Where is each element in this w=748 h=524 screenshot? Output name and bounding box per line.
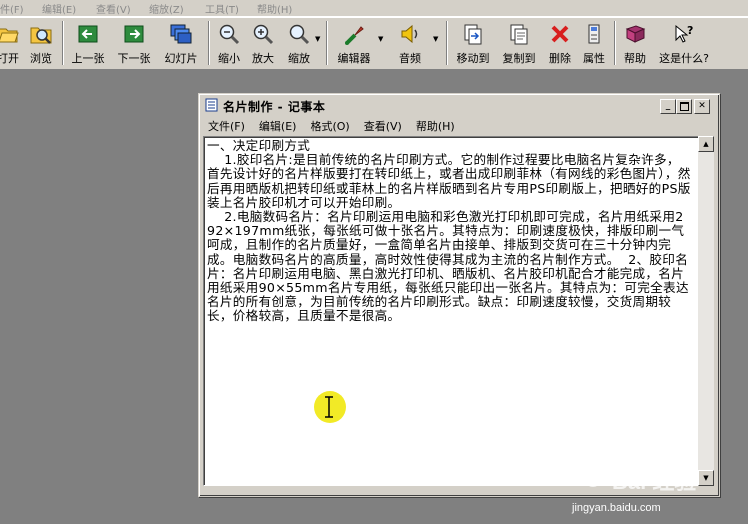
menu-format[interactable]: 格式(O) [310,118,349,134]
arrow-right-icon [122,22,146,46]
red-x-icon [548,22,572,46]
notepad-window: 名片制作 - 记事本 _ ✕ 文件(F) 编辑(E) 格式(O) 查看(V) 帮… [198,93,720,497]
close-icon: ✕ [698,101,706,111]
document-text: 一、决定印刷方式 1.胶印名片:是目前传统的名片印刷方式。它的制作过程要比电脑名… [207,138,691,324]
menu-view[interactable]: 查看(V) [96,1,131,16]
menu-edit[interactable]: 编辑(E) [259,118,297,134]
properties-button[interactable]: 属性 [579,20,609,66]
svg-text:?: ? [687,24,693,37]
notepad-titlebar[interactable]: 名片制作 - 记事本 _ ✕ [202,97,714,115]
audio-button[interactable]: 音频 [394,20,426,66]
slideshow-button[interactable]: 幻灯片 [161,20,201,66]
maximize-icon [679,102,689,111]
arrow-up-icon: ▲ [703,140,709,148]
next-image-button[interactable]: 下一张 [114,20,154,66]
move-to-button[interactable]: 移动到 [452,20,494,66]
text-editor-area[interactable]: 一、决定印刷方式 1.胶印名片:是目前传统的名片印刷方式。它的制作过程要比电脑名… [203,136,699,486]
chevron-down-icon[interactable]: ▼ [378,35,383,43]
toolbar-separator [614,21,616,65]
toolbar-separator [446,21,448,65]
notepad-icon [205,98,219,115]
chevron-down-icon[interactable]: ▼ [315,35,320,43]
paw-logo-icon [583,464,603,487]
magnifier-plus-icon [251,22,275,46]
zoom-menu-button[interactable]: 缩放 [284,20,314,66]
slideshow-icon [169,22,193,46]
speaker-icon [398,22,422,46]
copy-document-icon [507,22,531,46]
toolbar-separator [208,21,210,65]
copy-to-button[interactable]: 复制到 [498,20,540,66]
menu-tools[interactable]: 工具(T) [205,1,239,16]
folder-open-icon [0,22,20,46]
whats-this-button[interactable]: ? 这是什么? [654,20,714,66]
minimize-button[interactable]: _ [660,99,676,114]
move-document-icon [461,22,485,46]
toolbar-separator [326,21,328,65]
baidu-watermark: Bai 经验 jingyan.baidu.com [572,462,742,520]
menu-file[interactable]: 件(F) [0,1,24,16]
editor-button[interactable]: 编辑器 [332,20,376,66]
menu-view[interactable]: 查看(V) [364,118,402,134]
delete-button[interactable]: 删除 [545,20,575,66]
open-button[interactable]: 打开 [0,20,22,66]
maximize-button[interactable] [676,99,692,114]
menu-help[interactable]: 帮助(H) [257,1,292,16]
close-button[interactable]: ✕ [694,99,710,114]
chevron-down-icon[interactable]: ▼ [433,35,438,43]
notepad-menubar: 文件(F) 编辑(E) 格式(O) 查看(V) 帮助(H) [202,117,714,135]
magnifier-icon [287,22,311,46]
magnifier-minus-icon [217,22,241,46]
host-toolbar: 打开 浏览 上一张 下一张 幻灯片 缩小 放大 缩放 ▼ 编辑器 ▼ 音频 ▼ … [0,17,748,70]
watermark-brand: Bai 经验 [612,469,697,494]
notepad-title: 名片制作 - 记事本 [223,99,326,114]
menu-edit[interactable]: 编辑(E) [42,1,76,16]
properties-icon [582,22,606,46]
watermark-url: jingyan.baidu.com [572,502,661,514]
scroll-up-button[interactable]: ▲ [698,136,714,152]
browse-folder-icon [29,22,53,46]
vertical-scrollbar[interactable]: ▲ ▼ [698,136,714,486]
question-pointer-icon: ? [672,22,696,46]
browse-button[interactable]: 浏览 [26,20,56,66]
zoom-in-button[interactable]: 放大 [248,20,278,66]
prev-image-button[interactable]: 上一张 [68,20,108,66]
text-cursor-icon [325,396,333,418]
zoom-out-button[interactable]: 缩小 [214,20,244,66]
paintbrush-icon [342,22,366,46]
menu-help[interactable]: 帮助(H) [416,118,455,134]
minimize-icon: _ [665,101,671,111]
help-book-icon [623,22,647,46]
host-menubar: 件(F) 编辑(E) 查看(V) 缩放(Z) 工具(T) 帮助(H) [0,0,748,17]
help-button[interactable]: 帮助 [620,20,650,66]
arrow-left-icon [76,22,100,46]
toolbar-separator [62,21,64,65]
menu-zoom[interactable]: 缩放(Z) [149,1,184,16]
menu-file[interactable]: 文件(F) [208,118,245,134]
